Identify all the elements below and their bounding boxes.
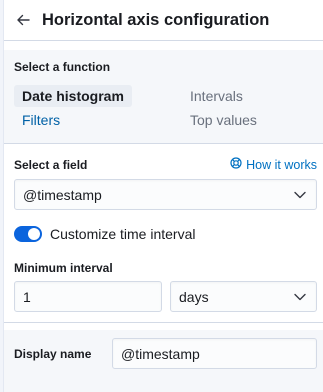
interval-unit-select[interactable]: days	[170, 281, 317, 312]
customize-interval-row: Customize time interval	[14, 226, 196, 242]
interval-unit-value: days	[179, 288, 209, 305]
divider	[4, 322, 323, 323]
customize-interval-switch[interactable]	[14, 226, 42, 242]
function-option-date-histogram[interactable]: Date histogram	[14, 85, 132, 107]
display-name-label: Display name	[14, 347, 92, 361]
chevron-down-icon	[294, 189, 306, 201]
function-option-filters[interactable]: Filters	[22, 109, 60, 131]
back-arrow-icon[interactable]	[14, 11, 32, 29]
display-name-input[interactable]	[112, 338, 317, 369]
function-option-top-values[interactable]: Top values	[190, 109, 257, 131]
field-select[interactable]: @timestamp	[14, 179, 317, 210]
page-title: Horizontal axis configuration	[42, 10, 270, 29]
switch-knob	[28, 228, 40, 240]
field-select-value: @timestamp	[23, 186, 102, 203]
help-icon	[230, 157, 242, 172]
how-it-works-label: How it works	[246, 157, 317, 172]
minimum-interval-label: Minimum interval	[14, 261, 113, 275]
function-option-intervals[interactable]: Intervals	[190, 85, 243, 107]
function-section-label: Select a function	[14, 60, 111, 74]
flyout-header: Horizontal axis configuration	[4, 0, 323, 41]
interval-value-input[interactable]	[14, 281, 162, 312]
customize-interval-label: Customize time interval	[50, 226, 196, 242]
chevron-down-icon	[294, 291, 306, 303]
field-section-label: Select a field	[14, 158, 88, 172]
how-it-works-link[interactable]: How it works	[230, 157, 317, 172]
divider	[4, 143, 323, 144]
